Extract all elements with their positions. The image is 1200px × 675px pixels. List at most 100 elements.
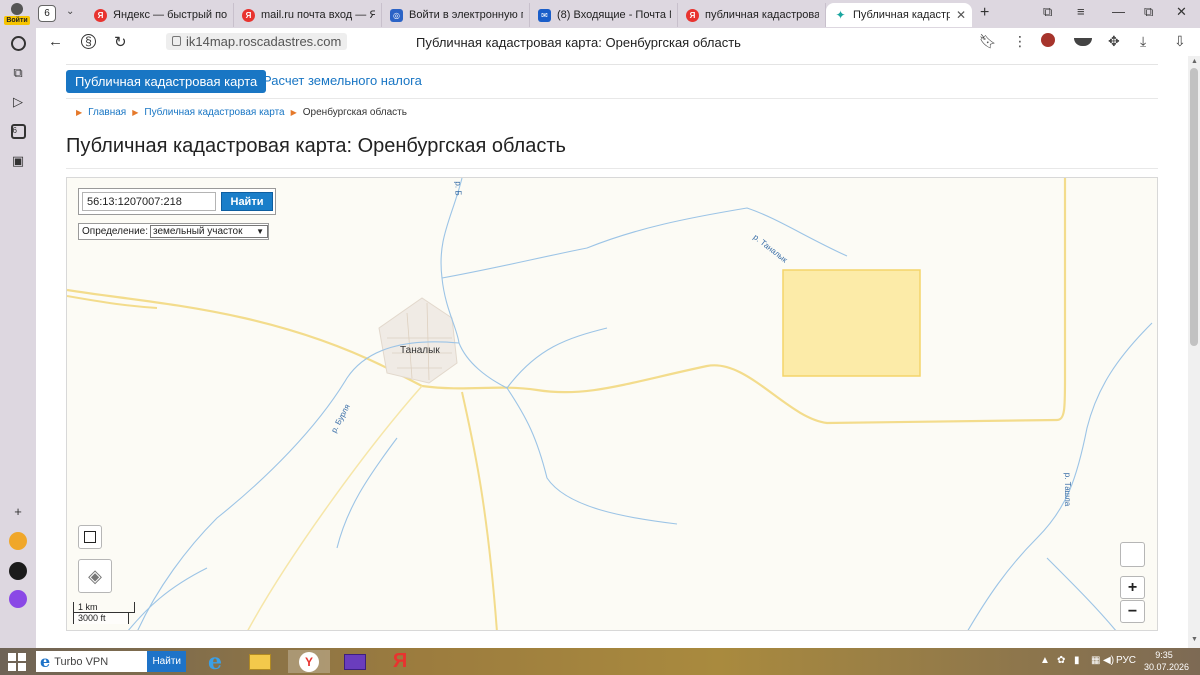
- divider: [66, 168, 1158, 169]
- add-panel-icon[interactable]: +: [9, 502, 27, 520]
- page-scrollbar[interactable]: ▲ ▼: [1188, 56, 1200, 648]
- file-explorer-icon[interactable]: [244, 650, 276, 673]
- scroll-down-icon[interactable]: ▼: [1191, 636, 1198, 643]
- breadcrumb-map[interactable]: Публичная кадастровая карта: [144, 107, 284, 118]
- music-app-icon[interactable]: [9, 562, 27, 580]
- screenshot-icon[interactable]: ▣: [9, 152, 27, 170]
- profile-login-label: Войти: [4, 16, 30, 25]
- find-button[interactable]: Найти: [221, 192, 273, 211]
- bookmark-icon[interactable]: 🔖︎: [979, 33, 997, 50]
- tab-mailru-search[interactable]: Я mail.ru почта вход — Яндекс: [234, 3, 382, 27]
- taskbar-search[interactable]: e Turbo VPN Найти: [36, 651, 186, 672]
- minimize-icon[interactable]: —: [1112, 4, 1125, 19]
- reload-icon[interactable]: ↻: [114, 33, 127, 51]
- nav-cadastral-map[interactable]: Публичная кадастровая карта: [66, 70, 267, 93]
- extension-avatar-icon[interactable]: [1041, 33, 1055, 50]
- settlement-area: [378, 297, 458, 384]
- taskbar-search-text: Turbo VPN: [54, 655, 109, 668]
- close-icon[interactable]: ✕: [956, 8, 966, 22]
- web-page: Публичная кадастровая карта Расчет земел…: [36, 56, 1188, 648]
- chevron-down-icon[interactable]: ⌄: [66, 6, 74, 17]
- map-tool-button[interactable]: [1120, 542, 1145, 567]
- tab-strip: Войти 6 ⌄ Я Яндекс — быстрый поиск Я mai…: [0, 0, 1200, 28]
- alice-icon[interactable]: [9, 590, 27, 608]
- cadastral-number-input[interactable]: [82, 192, 216, 211]
- user-icon: [11, 3, 23, 15]
- windows-start-icon[interactable]: [8, 653, 26, 671]
- cadastral-map[interactable]: Таналык р. Бурля р. Таналык р. Ташла р. …: [66, 177, 1158, 631]
- sidebar-badge[interactable]: 6: [9, 122, 27, 140]
- bookmarks-icon[interactable]: ⧉: [1043, 4, 1052, 20]
- breadcrumb-current: Оренбургская область: [302, 107, 407, 118]
- menu-icon[interactable]: ≡: [1077, 4, 1085, 19]
- nav-land-tax[interactable]: Расчет земельного налога: [263, 73, 422, 88]
- scrollbar-thumb[interactable]: [1190, 68, 1198, 346]
- river-label: р. Ташла: [1063, 472, 1073, 507]
- close-window-icon[interactable]: ✕: [1176, 4, 1187, 20]
- tray-power-icon[interactable]: ▮: [1074, 655, 1080, 666]
- tray-app-icon[interactable]: ✿: [1057, 655, 1065, 666]
- map-canvas[interactable]: [67, 178, 1158, 631]
- definition-label: Определение:: [82, 226, 149, 237]
- yandex-icon: Я: [686, 8, 699, 22]
- tab-title: mail.ru почта вход — Яндекс: [261, 9, 375, 21]
- definition-value: земельный участок: [153, 226, 243, 237]
- breadcrumb-arrow-icon: ▶: [290, 108, 297, 117]
- gosuslugi-icon: ◎: [390, 8, 403, 22]
- fullscreen-button[interactable]: [78, 525, 102, 549]
- more-icon[interactable]: ⋮: [1013, 33, 1027, 50]
- chevron-down-icon: ▼: [256, 227, 265, 236]
- internet-explorer-icon[interactable]: e: [199, 649, 231, 675]
- tab-yandex-search[interactable]: Я Яндекс — быстрый поиск: [86, 3, 234, 27]
- tab-counter[interactable]: 6: [38, 5, 56, 22]
- place-label: Таналык: [400, 345, 440, 356]
- taskbar-clock[interactable]: 9:35 30.07.2026: [1144, 649, 1190, 673]
- ie-search-icon: e: [40, 652, 51, 671]
- tab-cadastral-map[interactable]: ✦ Публичная кадастровая ✕: [826, 3, 972, 27]
- scroll-up-icon[interactable]: ▲: [1191, 58, 1198, 65]
- address-bar: ← § ↻ ik14map.roscadastres.com Публичная…: [36, 28, 1200, 56]
- rivers: [127, 178, 1153, 630]
- yandex-browser-icon[interactable]: Y: [288, 650, 330, 673]
- media-play-icon[interactable]: ▷: [9, 93, 27, 111]
- breadcrumb: ▶ Главная ▶ Публичная кадастровая карта …: [76, 107, 407, 118]
- taskbar-search-button[interactable]: Найти: [147, 651, 186, 672]
- definition-select[interactable]: земельный участок ▼: [150, 225, 269, 238]
- tab-mail-inbox[interactable]: ✉ (8) Входящие - Почта Mail: [530, 3, 678, 27]
- yandex-icon[interactable]: Я: [384, 650, 416, 673]
- restore-icon[interactable]: ⧉: [1144, 4, 1153, 20]
- network-icon[interactable]: ▦: [1091, 655, 1100, 666]
- zoom-in-button[interactable]: +: [1120, 576, 1145, 599]
- address-title[interactable]: Публичная кадастровая карта: Оренбургска…: [416, 35, 741, 50]
- back-icon[interactable]: ←: [48, 33, 63, 50]
- app-window-icon[interactable]: [339, 650, 371, 673]
- extension-hat-icon[interactable]: [1074, 33, 1092, 49]
- new-tab-icon[interactable]: +: [980, 4, 989, 22]
- history-icon[interactable]: [9, 34, 27, 52]
- divider: [66, 64, 1158, 65]
- downloads-icon[interactable]: ⤓: [1140, 33, 1146, 50]
- profile-button[interactable]: Войти: [4, 2, 30, 26]
- url-domain[interactable]: ik14map.roscadastres.com: [166, 33, 348, 50]
- protect-icon[interactable]: §: [81, 34, 96, 49]
- breadcrumb-arrow-icon: ▶: [76, 108, 83, 117]
- tab-title: Войти в электронную почту: [409, 9, 523, 21]
- download-icon[interactable]: ⇩: [1174, 33, 1186, 50]
- mail-app-icon[interactable]: [9, 532, 27, 550]
- clock-date: 30.07.2026: [1144, 662, 1190, 672]
- scale-imperial: 3000 ft: [73, 613, 129, 624]
- extensions-icon[interactable]: ✥: [1108, 33, 1120, 50]
- tab-cadastral-search[interactable]: Я публичная кадастровая карта: [678, 3, 826, 27]
- collections-icon[interactable]: ⧉: [9, 64, 27, 82]
- scale-metric: 1 km: [73, 602, 135, 613]
- tab-title: (8) Входящие - Почта Mail: [557, 9, 671, 21]
- definition-row: Определение: земельный участок ▼: [78, 223, 270, 240]
- tab-email-login[interactable]: ◎ Войти в электронную почту: [382, 3, 530, 27]
- language-indicator[interactable]: РУС: [1116, 655, 1136, 666]
- breadcrumb-home[interactable]: Главная: [88, 107, 126, 118]
- clock-time: 9:35: [1155, 650, 1173, 660]
- tray-expand-icon[interactable]: ▲: [1040, 655, 1050, 666]
- zoom-out-button[interactable]: −: [1120, 600, 1145, 623]
- layers-button[interactable]: ◈: [78, 559, 112, 593]
- volume-icon[interactable]: ◀): [1103, 655, 1114, 666]
